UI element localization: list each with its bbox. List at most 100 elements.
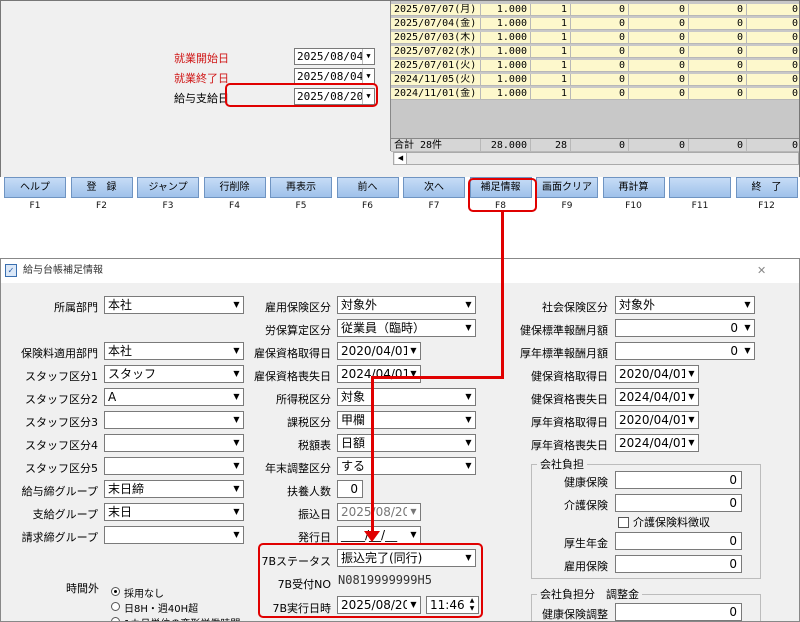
field-label: スタッフ区分4 — [25, 439, 98, 452]
table-row[interactable]: 2024/11/01(金) 1.000 1 0 0 0 0 — [391, 88, 799, 100]
scroll-left-icon[interactable]: ◀ — [395, 153, 407, 164]
field-select[interactable]: スタッフ ▼ — [104, 365, 244, 383]
field-value: 対象外 — [341, 298, 378, 312]
table-row[interactable]: 2025/07/04(金) 1.000 1 0 0 0 0 — [391, 18, 799, 30]
chevron-down-icon[interactable]: ▼ — [462, 389, 475, 405]
field-select[interactable]: 2020/04/01 ▼ — [615, 411, 699, 429]
field-select[interactable]: 対象外 ▼ — [615, 296, 755, 314]
fkey-f12-button[interactable]: 終 了 — [735, 177, 798, 198]
chevron-down-icon[interactable]: ▼ — [462, 320, 475, 336]
grid-cell: 2025/07/04(金) — [391, 18, 481, 30]
fkey-f4-button[interactable]: 行削除 — [203, 177, 266, 198]
field-label: 年末調整区分 — [265, 462, 331, 475]
field-select[interactable]: 2024/04/01 ▼ — [615, 434, 699, 452]
fkey-f5-button[interactable]: 再表示 — [270, 177, 332, 198]
chevron-down-icon[interactable]: ▼ — [462, 435, 475, 451]
field-label: 厚年資格取得日 — [531, 416, 608, 429]
field-select[interactable]: 0 ▼ — [615, 342, 755, 360]
field-select[interactable]: 日額 ▼ — [337, 434, 476, 452]
field-select[interactable]: ▼ — [104, 457, 244, 475]
chevron-down-icon[interactable]: ▼ — [741, 320, 754, 336]
fkey-f10-button[interactable]: 再計算 — [602, 177, 665, 198]
amount-input[interactable]: 0 — [615, 471, 742, 489]
function-key-bar: ヘルプ F1 登 録 F2 ジャンプ F3 行削除 F4 再表示 F5 前へ F6 次へ F7 補足情報 F8… — [0, 177, 800, 213]
table-row[interactable]: 2025/07/03(木) 1.000 1 0 0 0 0 — [391, 32, 799, 44]
close-icon[interactable]: ✕ — [757, 259, 766, 283]
field-select[interactable]: 本社 ▼ — [104, 342, 244, 360]
field-select[interactable]: 甲欄 ▼ — [337, 411, 476, 429]
grid-cell: 0 — [747, 88, 799, 100]
field-select[interactable]: する ▼ — [337, 457, 476, 475]
field-value: A — [108, 390, 117, 404]
chevron-down-icon[interactable]: ▼ — [407, 504, 420, 520]
chevron-down-icon[interactable]: ▼ — [685, 435, 698, 451]
radio-option[interactable] — [111, 602, 120, 611]
amount-input[interactable]: 0 — [615, 532, 742, 550]
table-row[interactable]: 2024/11/05(火) 1.000 1 0 0 0 0 — [391, 74, 799, 86]
fkey-f3-button[interactable]: ジャンプ — [137, 177, 199, 198]
table-row[interactable]: 2025/07/01(火) 1.000 1 0 0 0 0 — [391, 60, 799, 72]
field-select[interactable]: 2024/04/01 ▼ — [337, 365, 421, 383]
amount-input[interactable]: 0 — [615, 603, 742, 621]
radio-option[interactable] — [111, 587, 120, 596]
chevron-down-icon[interactable]: ▼ — [685, 389, 698, 405]
field-select[interactable]: A ▼ — [104, 388, 244, 406]
field-label: 請求締グループ — [21, 531, 98, 544]
amount-input[interactable]: 0 — [615, 555, 742, 573]
field-select[interactable]: 2024/04/01 ▼ — [615, 388, 699, 406]
chevron-down-icon[interactable]: ▼ — [741, 343, 754, 359]
chevron-down-icon[interactable]: ▼ — [462, 297, 475, 313]
field-select[interactable]: 2020/04/01 ▼ — [615, 365, 699, 383]
date-label: 就業開始日 — [174, 52, 229, 65]
fkey-f1-button[interactable]: ヘルプ — [4, 177, 66, 198]
chevron-down-icon[interactable]: ▼ — [685, 412, 698, 428]
grid-cell: 0 — [629, 4, 689, 16]
field-label: 課税区分 — [287, 416, 331, 429]
field-select[interactable]: 末日 ▼ — [104, 503, 244, 521]
field-select[interactable]: 対象 ▼ — [337, 388, 476, 406]
grid-cell: 1 — [531, 60, 571, 72]
chevron-down-icon[interactable]: ▼ — [462, 458, 475, 474]
radio-option[interactable] — [111, 617, 120, 621]
fkey-f6-button[interactable]: 前へ — [336, 177, 399, 198]
grid-cell: 1 — [531, 32, 571, 44]
radio-label: 採用なし — [124, 589, 164, 600]
grid-total-row[interactable]: 合計 28件 28.000 28 0 0 0 0 — [391, 138, 799, 153]
field-select[interactable]: 対象外 ▼ — [337, 296, 476, 314]
field-value: 0 — [730, 344, 738, 358]
field-select[interactable]: 従業員（臨時） ▼ — [337, 319, 476, 337]
date-value: 2025/08/04 — [297, 50, 364, 63]
chevron-down-icon[interactable]: ▼ — [741, 297, 754, 313]
fkey-number: F9 — [561, 201, 573, 211]
field-select[interactable]: ▼ — [104, 434, 244, 452]
checkbox[interactable] — [618, 517, 629, 528]
date-select[interactable]: 2025/08/04 ▼ — [294, 48, 375, 65]
table-row[interactable]: 2025/07/02(水) 1.000 1 0 0 0 0 — [391, 46, 799, 58]
transfer-date-select[interactable]: 2025/08/20 ▼ — [337, 503, 421, 521]
field-select[interactable]: 2020/04/01 ▼ — [337, 342, 421, 360]
field-select[interactable]: ▼ — [104, 411, 244, 429]
grid-cell: 0 — [629, 88, 689, 100]
grid-cell: 0 — [571, 18, 629, 30]
field-select[interactable]: 0 ▼ — [615, 319, 755, 337]
chevron-down-icon[interactable]: ▼ — [407, 343, 420, 359]
fkey-f2-button[interactable]: 登 録 — [70, 177, 133, 198]
field-select[interactable]: 末日締 ▼ — [104, 480, 244, 498]
chevron-down-icon[interactable]: ▼ — [462, 412, 475, 428]
chevron-down-icon[interactable]: ▼ — [407, 366, 420, 382]
fkey-f11-button[interactable] — [669, 177, 731, 198]
field-label: 振込日 — [298, 508, 331, 521]
chevron-down-icon[interactable]: ▼ — [362, 49, 374, 64]
chevron-down-icon[interactable]: ▼ — [407, 527, 420, 543]
chevron-down-icon[interactable]: ▼ — [685, 366, 698, 382]
field-select[interactable]: 本社 ▼ — [104, 296, 244, 314]
fkey-f7-button[interactable]: 次へ — [403, 177, 465, 198]
dependents-input[interactable]: 0 — [337, 480, 363, 498]
table-row[interactable]: 2025/07/07(月) 1.000 1 0 0 0 0 — [391, 4, 799, 16]
amount-input[interactable]: 0 — [615, 494, 742, 512]
chevron-down-icon[interactable]: ▼ — [362, 69, 374, 84]
horizontal-scrollbar[interactable]: ◀ — [393, 152, 799, 165]
grid-cell: 0 — [747, 46, 799, 58]
fkey-f9-button[interactable]: 画面クリア — [536, 177, 598, 198]
field-select[interactable]: ▼ — [104, 526, 244, 544]
